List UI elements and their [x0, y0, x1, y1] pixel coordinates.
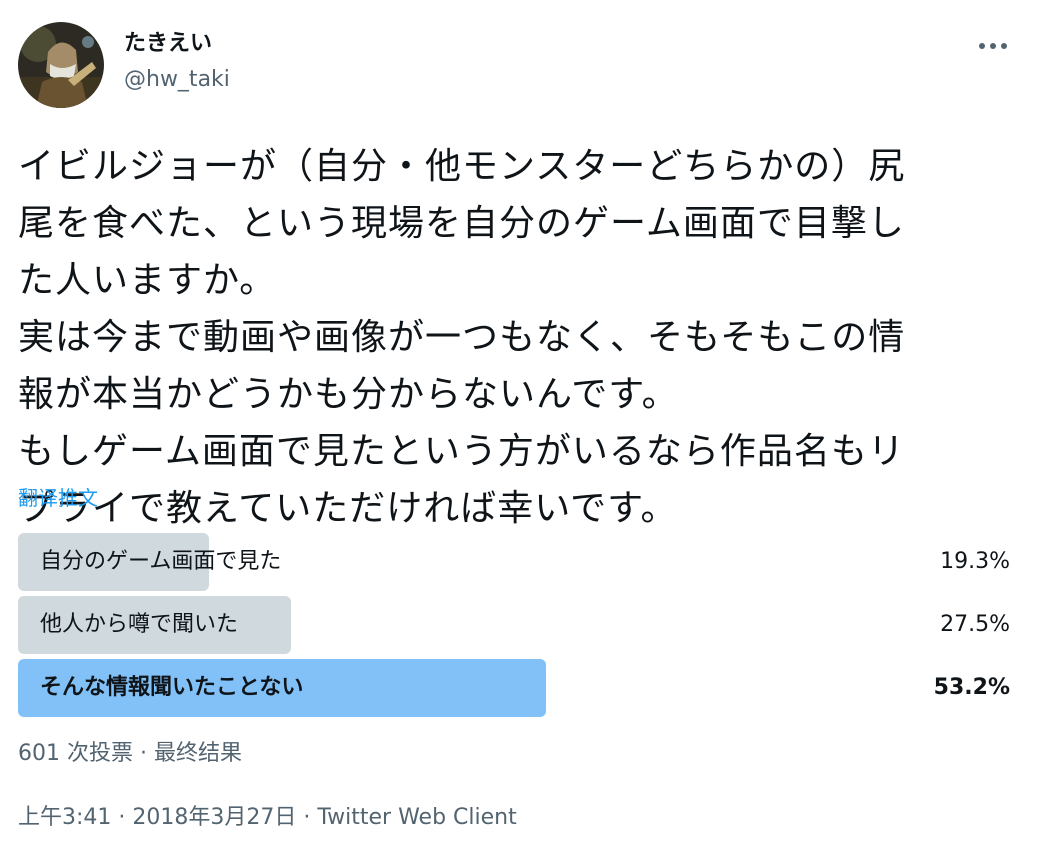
poll-option-3: そんな情報聞いたことない 53.2%: [18, 659, 1010, 717]
user-handle[interactable]: @hw_taki: [124, 64, 230, 96]
tweet-line: 尾を食べた、という現場を自分のゲーム画面で目撃し: [18, 203, 905, 244]
more-button[interactable]: [966, 26, 1020, 66]
tweet-line: イビルジョーが（自分・他モンスターどちらかの）尻: [18, 146, 906, 187]
tweet-line: プライで教えていただければ幸いです。: [18, 488, 678, 529]
poll-option-label: 自分のゲーム画面で見た: [40, 549, 282, 574]
poll-option-label: そんな情報聞いたことない: [40, 675, 304, 700]
poll-option-percent: 53.2%: [933, 675, 1010, 700]
avatar[interactable]: [18, 22, 104, 108]
user-avatar-icon: [18, 22, 104, 108]
tweet-text: イビルジョーが（自分・他モンスターどちらかの）尻 尾を食べた、という現場を自分の…: [18, 138, 1028, 537]
translate-tweet-link[interactable]: 翻译推文: [18, 480, 98, 516]
poll-option-1: 自分のゲーム画面で見た 19.3%: [18, 533, 1010, 591]
poll-option-percent: 27.5%: [940, 612, 1010, 637]
tweet-line: 報が本当かどうかも分からないんです。: [18, 374, 679, 415]
poll-option-percent: 19.3%: [940, 549, 1010, 574]
display-name[interactable]: たきえい: [124, 28, 212, 60]
tweet-line: た人いますか。: [18, 260, 277, 301]
more-dots-icon: [979, 43, 1007, 49]
tweet-metadata[interactable]: 上午3:41 · 2018年3月27日 · Twitter Web Client: [18, 798, 517, 838]
poll-option-label: 他人から噂で聞いた: [40, 612, 239, 637]
tweet-line: もしゲーム画面で見たという方がいるなら作品名もリ: [18, 431, 905, 472]
tweet-line: 実は今まで動画や画像が一つもなく、そもそもこの情: [18, 317, 906, 358]
poll-option-2: 他人から噂で聞いた 27.5%: [18, 596, 1010, 654]
poll-summary: 601 次投票 · 最终结果: [18, 741, 242, 766]
